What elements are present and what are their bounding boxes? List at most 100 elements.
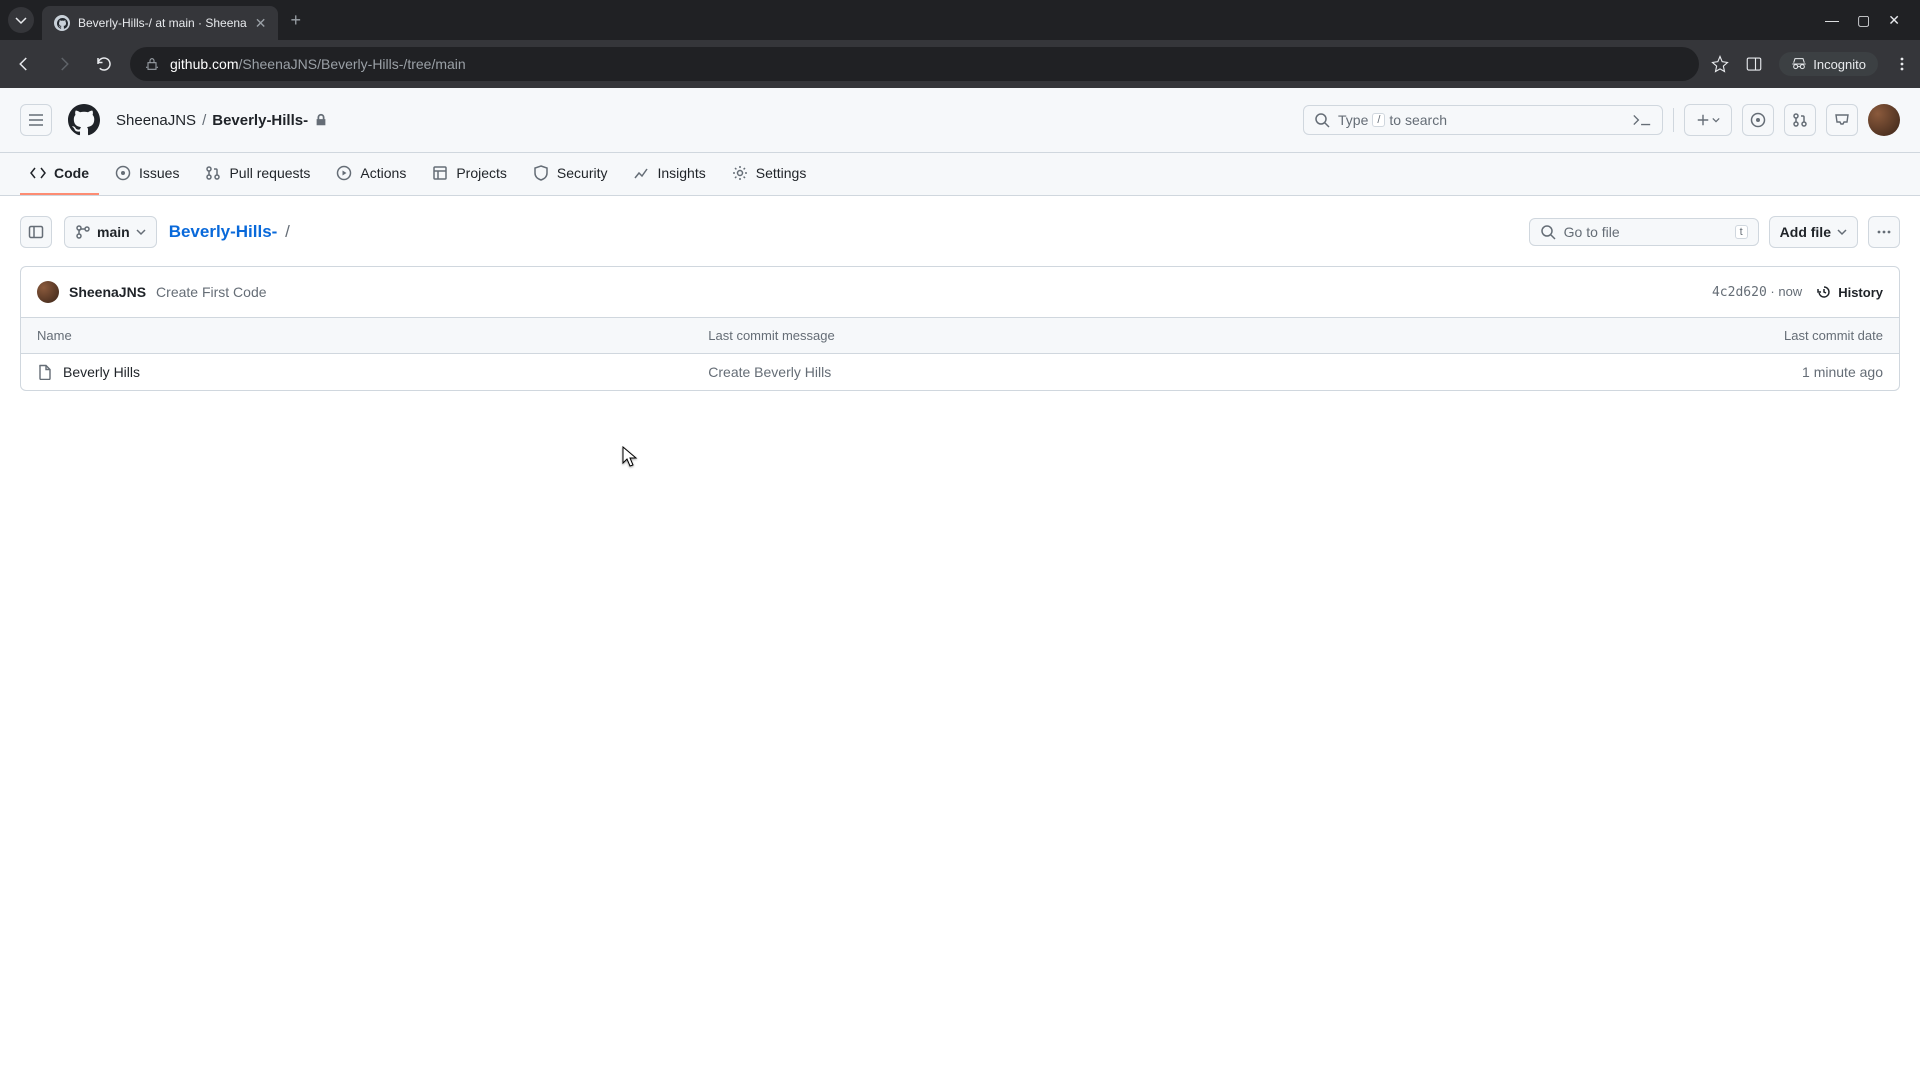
commit-sha[interactable]: 4c2d620 [1712, 285, 1767, 300]
url-field[interactable]: github.com/SheenaJNS/Beverly-Hills-/tree… [130, 47, 1699, 81]
breadcrumb-sep: / [202, 112, 206, 129]
reload-button[interactable] [90, 50, 118, 78]
toolbar-right: Go to file t Add file [1529, 216, 1900, 248]
history-icon [1816, 284, 1832, 300]
chevron-down-icon [1837, 227, 1847, 237]
graph-icon [633, 165, 649, 181]
path-sep: / [285, 222, 290, 241]
minimize-button[interactable]: — [1825, 12, 1839, 29]
tab-pull-requests[interactable]: Pull requests [195, 153, 320, 195]
browser-menu-icon[interactable] [1894, 56, 1910, 72]
maximize-button[interactable]: ▢ [1857, 12, 1870, 29]
create-new-button[interactable] [1684, 104, 1732, 136]
inbox-icon [1834, 112, 1850, 128]
tab-actions[interactable]: Actions [326, 153, 416, 195]
tab-label: Actions [360, 165, 406, 181]
search-hint-suffix: to search [1389, 112, 1447, 128]
chevron-down-icon [1712, 116, 1720, 124]
file-table: Name Last commit message Last commit dat… [20, 318, 1900, 391]
header-right: Type / to search [1303, 104, 1900, 136]
go-to-file-key: t [1735, 225, 1748, 239]
table-row: Beverly Hills Create Beverly Hills 1 min… [21, 354, 1899, 390]
search-hint-key: / [1372, 113, 1385, 127]
github-logo-icon[interactable] [68, 104, 100, 136]
pull-requests-button[interactable] [1784, 104, 1816, 136]
tab-settings[interactable]: Settings [722, 153, 817, 195]
incognito-label: Incognito [1813, 57, 1866, 72]
latest-commit-bar: SheenaJNS Create First Code 4c2d620 · no… [20, 266, 1900, 318]
breadcrumb-owner[interactable]: SheenaJNS [116, 112, 196, 129]
lock-icon [314, 113, 328, 127]
content: main Beverly-Hills- / Go to file t Add f… [0, 196, 1920, 411]
history-link[interactable]: History [1816, 284, 1883, 300]
chevron-down-icon [15, 14, 27, 26]
tab-search-dropdown[interactable] [8, 7, 34, 33]
repo-root-link[interactable]: Beverly-Hills- [169, 222, 278, 241]
close-window-button[interactable]: ✕ [1888, 12, 1900, 29]
file-commit-msg[interactable]: Create Beverly Hills [708, 364, 1547, 380]
incognito-badge[interactable]: Incognito [1779, 52, 1878, 76]
tab-projects[interactable]: Projects [422, 153, 517, 195]
file-table-head: Name Last commit message Last commit dat… [21, 318, 1899, 354]
mouse-cursor [622, 446, 638, 468]
tab-label: Settings [756, 165, 807, 181]
tab-insights[interactable]: Insights [623, 153, 715, 195]
add-file-label: Add file [1780, 224, 1831, 240]
branch-select[interactable]: main [64, 216, 157, 248]
col-msg: Last commit message [708, 328, 1547, 343]
commit-message[interactable]: Create First Code [156, 284, 266, 300]
code-icon [30, 165, 46, 181]
file-name-cell: Beverly Hills [37, 364, 708, 380]
commit-author-avatar[interactable] [37, 281, 59, 303]
pull-request-icon [1792, 112, 1808, 128]
path-breadcrumb: Beverly-Hills- / [169, 222, 293, 242]
address-bar-right: Incognito [1711, 52, 1910, 76]
issue-icon [1750, 112, 1766, 128]
bookmark-icon[interactable] [1711, 55, 1729, 73]
shield-icon [533, 165, 549, 181]
file-name[interactable]: Beverly Hills [63, 364, 140, 380]
sidebar-toggle-button[interactable] [20, 216, 52, 248]
pull-request-icon [205, 165, 221, 181]
search-icon [1540, 224, 1556, 240]
tab-close-icon[interactable]: ✕ [255, 15, 267, 32]
commit-author[interactable]: SheenaJNS [69, 284, 146, 300]
issues-button[interactable] [1742, 104, 1774, 136]
address-bar: github.com/SheenaJNS/Beverly-Hills-/tree… [0, 40, 1920, 88]
browser-chrome: Beverly-Hills-/ at main · Sheena ✕ + — ▢… [0, 0, 1920, 88]
incognito-icon [1791, 56, 1807, 72]
branch-icon [75, 224, 91, 240]
tab-issues[interactable]: Issues [105, 153, 189, 195]
command-palette-icon[interactable] [1632, 112, 1652, 128]
side-panel-icon[interactable] [1745, 55, 1763, 73]
global-search[interactable]: Type / to search [1303, 105, 1663, 135]
tab-title: Beverly-Hills-/ at main · Sheena [78, 16, 247, 30]
go-to-file-input[interactable]: Go to file t [1529, 218, 1759, 246]
hamburger-menu[interactable] [20, 104, 52, 136]
tab-code[interactable]: Code [20, 153, 99, 195]
breadcrumb: SheenaJNS / Beverly-Hills- [116, 112, 328, 129]
user-avatar[interactable] [1868, 104, 1900, 136]
inbox-button[interactable] [1826, 104, 1858, 136]
col-name: Name [37, 328, 708, 343]
gear-icon [732, 165, 748, 181]
new-tab-button[interactable]: + [278, 10, 313, 31]
tab-security[interactable]: Security [523, 153, 618, 195]
go-to-file-placeholder: Go to file [1564, 224, 1620, 240]
site-info-icon[interactable] [144, 56, 160, 72]
col-date: Last commit date [1547, 328, 1883, 343]
add-file-button[interactable]: Add file [1769, 216, 1858, 248]
plus-icon [1696, 113, 1710, 127]
commit-time: now [1778, 284, 1802, 299]
project-icon [432, 165, 448, 181]
divider [1673, 108, 1674, 132]
url-text: github.com/SheenaJNS/Beverly-Hills-/tree… [170, 56, 466, 72]
browser-tab[interactable]: Beverly-Hills-/ at main · Sheena ✕ [42, 6, 278, 40]
repo-nav: Code Issues Pull requests Actions Projec… [0, 153, 1920, 196]
more-options-button[interactable] [1868, 216, 1900, 248]
breadcrumb-repo[interactable]: Beverly-Hills- [212, 112, 308, 129]
file-icon [37, 364, 53, 380]
forward-button[interactable] [50, 50, 78, 78]
back-button[interactable] [10, 50, 38, 78]
tab-bar: Beverly-Hills-/ at main · Sheena ✕ + — ▢… [0, 0, 1920, 40]
